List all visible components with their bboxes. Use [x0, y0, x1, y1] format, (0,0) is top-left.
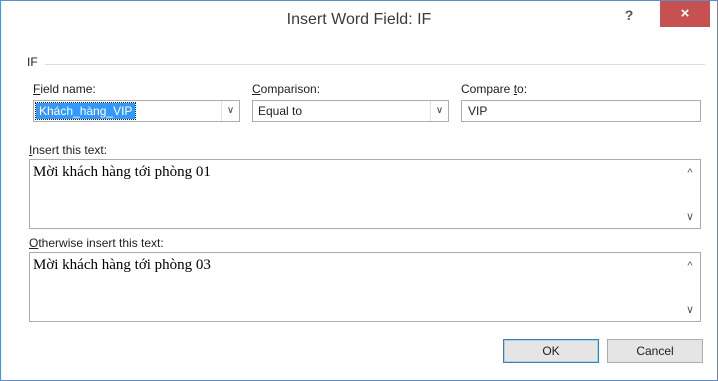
scroll-up-icon[interactable]: ^: [683, 166, 697, 180]
scroll-down-icon[interactable]: ∨: [683, 210, 697, 224]
comparison-label: Comparison:: [252, 82, 321, 96]
scroll-up-icon[interactable]: ^: [683, 259, 697, 273]
close-icon: ×: [680, 5, 690, 22]
compare-to-input[interactable]: VIP: [461, 100, 701, 122]
field-name-label: Field name:: [33, 82, 96, 96]
help-icon: ?: [624, 7, 634, 23]
dialog-title: Insert Word Field: IF: [286, 11, 432, 28]
otherwise-text-value: Mời khách hàng tới phòng 03: [33, 257, 211, 273]
close-button[interactable]: ×: [660, 1, 710, 27]
scroll-down-icon[interactable]: ∨: [683, 303, 697, 317]
field-name-combo[interactable]: Khách_hàng_VIP ∨: [33, 100, 240, 122]
section-divider: [45, 64, 705, 65]
cancel-button[interactable]: Cancel: [607, 339, 703, 363]
insert-text-label: Insert this text:: [29, 143, 108, 157]
chevron-down-icon[interactable]: ∨: [430, 101, 448, 121]
comparison-value: Equal to: [258, 104, 303, 118]
otherwise-text-label: Otherwise insert this text:: [29, 236, 164, 250]
section-label: IF: [27, 55, 38, 69]
help-button[interactable]: ?: [617, 5, 641, 27]
compare-to-label: Compare to:: [461, 82, 528, 96]
ok-button[interactable]: OK: [503, 339, 599, 363]
title-bar: Insert Word Field: IF ? ×: [1, 1, 717, 39]
insert-word-field-dialog: Insert Word Field: IF ? × IF Field name:…: [0, 0, 718, 381]
comparison-combo[interactable]: Equal to ∨: [252, 100, 449, 122]
chevron-down-icon[interactable]: ∨: [221, 101, 239, 121]
otherwise-text-area[interactable]: Mời khách hàng tới phòng 03 ^ ∨: [29, 252, 701, 322]
insert-text-area[interactable]: Mời khách hàng tới phòng 01 ^ ∨: [29, 159, 701, 229]
insert-text-value: Mời khách hàng tới phòng 01: [33, 164, 211, 180]
field-name-value: Khách_hàng_VIP: [34, 102, 137, 120]
dialog-body: IF Field name: Khách_hàng_VIP ∨ Comparis…: [9, 40, 709, 373]
